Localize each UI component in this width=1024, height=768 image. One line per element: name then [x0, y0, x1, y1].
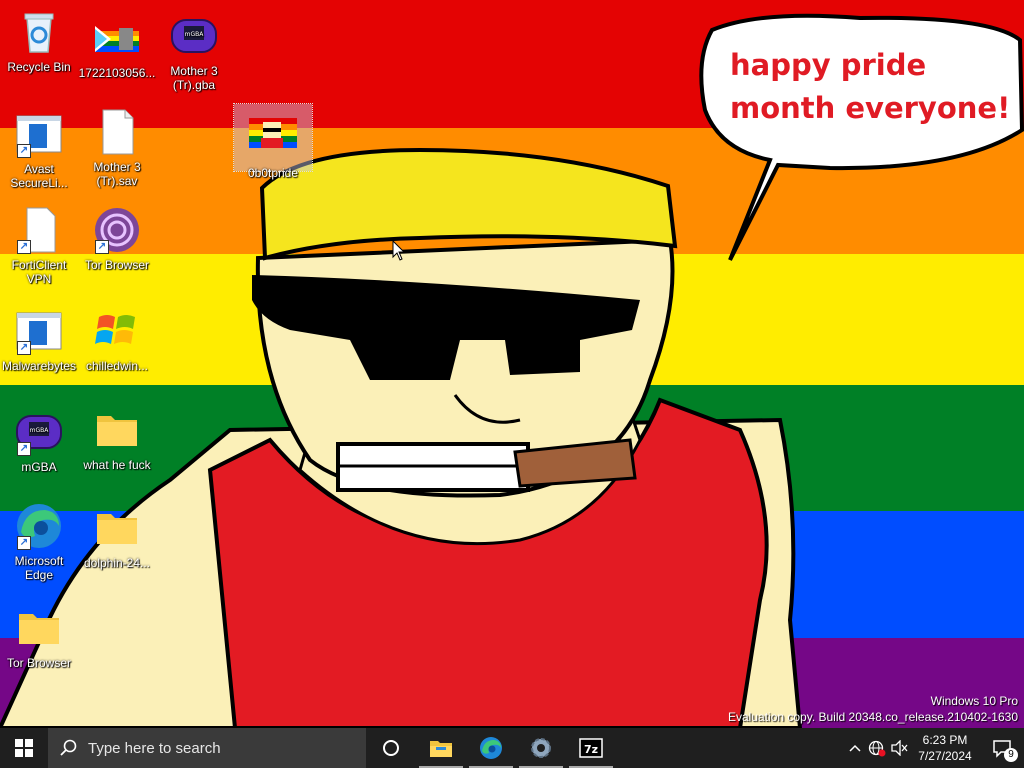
- edge-browser-icon: ↗: [15, 502, 63, 550]
- icon-label: Mother 3 (Tr).gba: [170, 64, 218, 92]
- icon-label: FortiClient VPN: [11, 258, 67, 286]
- desktop-icon-what-he-fuck[interactable]: what he fuck: [78, 406, 156, 472]
- network-status-button[interactable]: [866, 728, 888, 768]
- windows-logo-icon: [15, 739, 33, 757]
- desktop-icon-recycle-bin[interactable]: Recycle Bin: [0, 8, 78, 74]
- folder-icon: [93, 406, 141, 454]
- watermark-build: Evaluation copy. Build 20348.co_release.…: [728, 710, 1018, 724]
- icon-label: Mother 3 (Tr).sav: [93, 160, 141, 188]
- desktop-icon-dolphin[interactable]: dolphin-24...: [78, 504, 156, 570]
- window-shortcut-icon: ↗: [15, 110, 63, 158]
- gameboy-advance-icon: mGBA: [170, 12, 218, 60]
- desktop-icon-mother3-gba[interactable]: mGBA Mother 3 (Tr).gba: [155, 12, 233, 92]
- shortcut-arrow-icon: ↗: [17, 341, 31, 355]
- icon-label: what he fuck: [83, 458, 151, 472]
- 7zip-icon: 7z: [579, 738, 603, 758]
- tor-browser-icon: ↗: [93, 206, 141, 254]
- desktop-icon-image-file[interactable]: 1722103056...: [78, 14, 156, 80]
- speech-bubble-text: happy pride month everyone!: [730, 48, 1011, 125]
- gear-icon: [531, 738, 551, 758]
- taskbar-clock[interactable]: 6:23 PM 7/27/2024: [910, 732, 980, 764]
- desktop-icon-tor-browser[interactable]: ↗ Tor Browser: [78, 206, 156, 272]
- windows-xp-logo-icon: [93, 307, 141, 355]
- desktop-icon-malwarebytes[interactable]: ↗ Malwarebytes: [0, 307, 78, 373]
- volume-button[interactable]: [888, 728, 910, 768]
- search-placeholder: Type here to search: [88, 739, 221, 757]
- icon-label: Tor Browser: [6, 656, 71, 670]
- taskbar: Type here to search 7z 6:23 PM 7/27/2024…: [0, 728, 1024, 768]
- icon-label: Tor Browser: [84, 258, 149, 272]
- cortana-button[interactable]: [366, 728, 416, 768]
- taskbar-edge[interactable]: [466, 728, 516, 768]
- watermark-edition: Windows 10 Pro: [930, 694, 1018, 708]
- desktop-icon-forticlient[interactable]: ↗ FortiClient VPN: [0, 206, 78, 286]
- icon-label: 0b0tpride: [247, 166, 299, 180]
- edge-browser-icon: [480, 737, 502, 759]
- clock-date: 7/27/2024: [918, 749, 972, 763]
- gameboy-advance-icon: mGBA ↗: [15, 408, 63, 456]
- windows-watermark: Windows 10 Pro Evaluation copy. Build 20…: [728, 693, 1018, 725]
- icon-label: Malwarebytes: [1, 359, 77, 373]
- desktop-icon-microsoft-edge[interactable]: ↗ Microsoft Edge: [0, 502, 78, 582]
- icon-label: Recycle Bin: [7, 60, 71, 74]
- file-icon: ↗: [15, 206, 63, 254]
- icon-label: Microsoft Edge: [14, 554, 64, 582]
- cortana-circle-icon: [383, 740, 399, 756]
- taskbar-search-box[interactable]: Type here to search: [48, 728, 366, 768]
- action-center-button[interactable]: 9: [980, 728, 1024, 768]
- desktop-icon-avast[interactable]: ↗ Avast SecureLi...: [0, 110, 78, 190]
- icon-label: 1722103056...: [78, 66, 156, 80]
- speaker-muted-icon: [891, 740, 908, 756]
- file-explorer-icon: [430, 741, 452, 757]
- folder-icon: [93, 504, 141, 552]
- image-thumbnail-icon: [249, 114, 297, 162]
- chevron-up-icon: [849, 744, 861, 752]
- desktop-icon-mother3-sav[interactable]: Mother 3 (Tr).sav: [78, 108, 156, 188]
- network-globe-icon: [868, 740, 886, 757]
- folder-icon: [15, 604, 63, 652]
- desktop-icon-mgba[interactable]: mGBA ↗ mGBA: [0, 408, 78, 474]
- icon-label: dolphin-24...: [83, 556, 151, 570]
- svg-text:mGBA: mGBA: [30, 427, 50, 434]
- recycle-bin-icon: [15, 8, 63, 56]
- shortcut-arrow-icon: ↗: [17, 442, 31, 456]
- search-icon: [60, 739, 77, 756]
- taskbar-7zip[interactable]: 7z: [566, 728, 616, 768]
- mouse-cursor-icon: [392, 240, 406, 261]
- taskbar-settings[interactable]: [516, 728, 566, 768]
- icon-label: mGBA: [21, 460, 57, 474]
- notification-count-badge: 9: [1004, 748, 1018, 762]
- clock-time: 6:23 PM: [922, 733, 968, 747]
- system-tray: 6:23 PM 7/27/2024 9: [844, 728, 1024, 768]
- icon-label: Avast SecureLi...: [10, 162, 68, 190]
- desktop-icon-tor-browser-folder[interactable]: Tor Browser: [0, 604, 78, 670]
- taskbar-file-explorer[interactable]: [416, 728, 466, 768]
- shortcut-arrow-icon: ↗: [17, 240, 31, 254]
- shortcut-arrow-icon: ↗: [95, 240, 109, 254]
- shortcut-arrow-icon: ↗: [17, 144, 31, 158]
- desktop-icon-chilledwin[interactable]: chilledwin...: [78, 307, 156, 373]
- svg-text:mGBA: mGBA: [185, 31, 205, 38]
- show-hidden-icons-button[interactable]: [844, 728, 866, 768]
- image-thumbnail-icon: [93, 14, 141, 62]
- window-shortcut-icon: ↗: [15, 307, 63, 355]
- icon-label: chilledwin...: [85, 359, 149, 373]
- file-icon: [93, 108, 141, 156]
- desktop-icon-0b0tpride[interactable]: 0b0tpride: [233, 103, 313, 180]
- shortcut-arrow-icon: ↗: [17, 536, 31, 550]
- svg-text:7z: 7z: [584, 743, 598, 756]
- start-button[interactable]: [0, 728, 48, 768]
